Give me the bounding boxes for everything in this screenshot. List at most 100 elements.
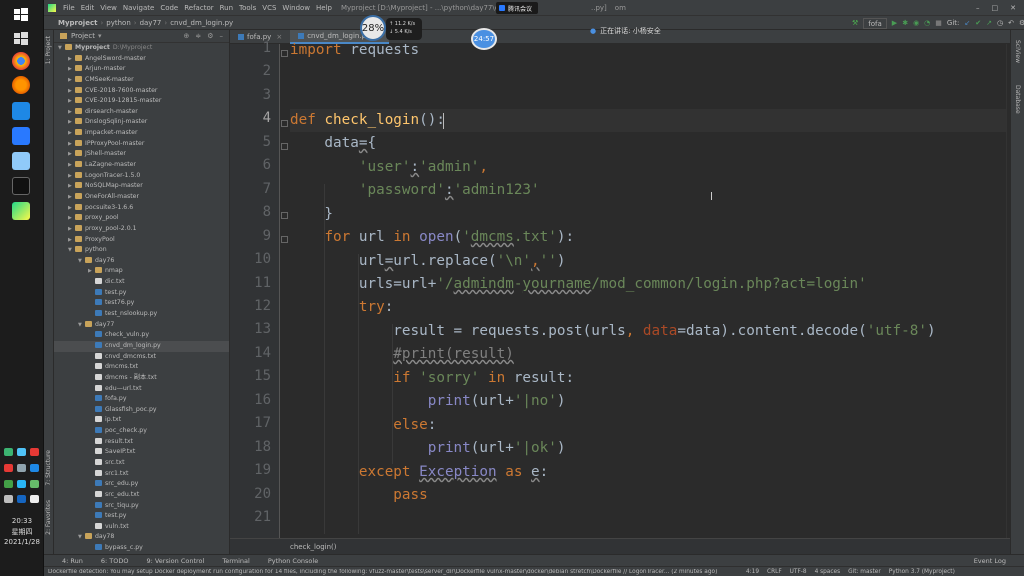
collapsed-arrow-icon[interactable]: ▶	[68, 171, 75, 182]
tree-file[interactable]: dmcms.txt	[54, 362, 229, 373]
fold-marker-icon[interactable]	[281, 120, 288, 127]
collapsed-arrow-icon[interactable]: ▶	[68, 75, 75, 86]
tree-file[interactable]: SaveIP.txt	[54, 447, 229, 458]
tree-folder[interactable]: ▶ CMSeeK-master	[54, 75, 229, 86]
line-number[interactable]: 11	[241, 275, 271, 291]
git-update-icon[interactable]: ↙	[964, 19, 970, 27]
history-icon[interactable]: ◷	[997, 19, 1003, 27]
line-number[interactable]: 19	[241, 462, 271, 478]
menu-edit[interactable]: Edit	[81, 4, 95, 12]
minimize-icon[interactable]: –	[976, 4, 980, 12]
clock-date[interactable]: 2021/1/28	[2, 538, 42, 546]
code-line-17[interactable]: else:	[290, 414, 436, 437]
run-icon[interactable]: ▶	[892, 19, 897, 27]
tree-file[interactable]: cnvd_dmcms.txt	[54, 352, 229, 363]
tree-file[interactable]: bypass_c.py	[54, 543, 229, 554]
tree-folder[interactable]: ▼ python	[54, 245, 229, 256]
collapsed-arrow-icon[interactable]: ▶	[68, 160, 75, 171]
tree-file[interactable]: check_vuln.py	[54, 330, 229, 341]
settings-icon[interactable]: ⚙	[1019, 19, 1024, 27]
code-line-20[interactable]: pass	[290, 484, 427, 507]
collapsed-arrow-icon[interactable]: ▶	[68, 107, 75, 118]
event-log-tool-tab[interactable]: Event Log	[974, 557, 1006, 565]
terminal-icon[interactable]	[12, 177, 30, 195]
fold-marker-icon[interactable]	[281, 50, 288, 57]
fold-marker-icon[interactable]	[281, 212, 288, 219]
tree-file[interactable]: test.py	[54, 511, 229, 522]
tree-file[interactable]: Glassfish_poc.py	[54, 405, 229, 416]
tree-file[interactable]: src_edu.py	[54, 479, 229, 490]
breadcrumb-python[interactable]: python	[106, 19, 131, 27]
tray-icon[interactable]	[17, 495, 26, 504]
tree-file[interactable]: edu—url.txt	[54, 384, 229, 395]
file-encoding[interactable]: UTF-8	[790, 569, 807, 575]
status-message[interactable]: Dockerfile detection: You may setup Dock…	[48, 569, 738, 575]
code-line-9[interactable]: for url in open('dmcms.txt'):	[290, 226, 574, 249]
expanded-arrow-icon[interactable]: ▼	[78, 320, 85, 331]
clock-day[interactable]: 星期四	[2, 527, 42, 537]
tree-folder[interactable]: ▶ LogonTracer-1.5.0	[54, 171, 229, 182]
line-number[interactable]: 21	[241, 509, 271, 525]
close-icon[interactable]: ✕	[1010, 4, 1016, 12]
collapsed-arrow-icon[interactable]: ▶	[68, 96, 75, 107]
menu-help[interactable]: Help	[316, 4, 332, 12]
collapsed-arrow-icon[interactable]: ▶	[68, 117, 75, 128]
tree-folder[interactable]: ▶ nmap	[54, 266, 229, 277]
code-line-5[interactable]: data={	[290, 132, 376, 155]
indent-setting[interactable]: 4 spaces	[815, 569, 841, 575]
tree-folder[interactable]: ▶ IPProxyPool-master	[54, 139, 229, 150]
tree-folder[interactable]: ▼ Myproject D:\Myproject	[54, 43, 229, 54]
collapsed-arrow-icon[interactable]: ▶	[68, 181, 75, 192]
coverage-icon[interactable]: ◉	[913, 19, 919, 27]
collapsed-arrow-icon[interactable]: ▶	[68, 149, 75, 160]
todo-tool-tab[interactable]: 6: TODO	[101, 557, 129, 565]
code-area[interactable]: import requests def check_login(): data=…	[290, 42, 1009, 538]
line-number[interactable]: 4	[241, 110, 271, 126]
menu-file[interactable]: File	[63, 4, 75, 12]
tray-icon[interactable]	[30, 479, 39, 488]
code-line-16[interactable]: print(url+'|no')	[290, 390, 566, 413]
line-number[interactable]: 8	[241, 204, 271, 220]
code-line-11[interactable]: urls=url+'/admindm-yourname/mod_common/l…	[290, 273, 867, 296]
dropdown-chevron-icon[interactable]: ▾	[98, 32, 102, 40]
line-number[interactable]: 12	[241, 298, 271, 314]
menu-navigate[interactable]: Navigate	[123, 4, 154, 12]
hammer-icon[interactable]: ⚒	[852, 19, 858, 27]
menu-vcs[interactable]: VCS	[262, 4, 276, 12]
line-number-gutter[interactable]: 1 2 3 4 5 6 7 8 9 10 11 12 13 14 15 16 17 18 19 20 21	[230, 40, 280, 538]
tree-folder[interactable]: ▶ DnslogSqlinj-master	[54, 117, 229, 128]
line-number[interactable]: 9	[241, 228, 271, 244]
tree-folder[interactable]: ▶ pocsuite3-1.6.6	[54, 203, 229, 214]
tree-file[interactable]: src_tiqu.py	[54, 501, 229, 512]
line-number[interactable]: 18	[241, 439, 271, 455]
code-line-1[interactable]: import requests	[290, 39, 419, 62]
tree-folder[interactable]: ▼ day76	[54, 256, 229, 267]
line-number[interactable]: 3	[241, 87, 271, 103]
code-line-15[interactable]: if 'sorry' in result:	[290, 367, 574, 390]
terminal-tool-tab[interactable]: Terminal	[222, 557, 249, 565]
code-line-8[interactable]: }	[290, 203, 333, 226]
tree-folder[interactable]: ▶ NoSQLMap-master	[54, 181, 229, 192]
tree-file[interactable]: vuln.txt	[54, 522, 229, 533]
line-number[interactable]: 16	[241, 392, 271, 408]
breadcrumb-project[interactable]: Myproject	[58, 19, 97, 27]
tree-file[interactable]: src_edu.txt	[54, 490, 229, 501]
tab-close-icon[interactable]: ×	[276, 33, 282, 41]
tray-icon[interactable]	[17, 479, 26, 488]
firefox-icon[interactable]	[12, 76, 30, 94]
tree-file[interactable]: result.txt	[54, 437, 229, 448]
tree-file[interactable]: fofa.py	[54, 394, 229, 405]
line-number[interactable]: 13	[241, 321, 271, 337]
tree-folder[interactable]: ▼ day78	[54, 532, 229, 543]
line-number[interactable]: 10	[241, 251, 271, 267]
tree-folder[interactable]: ▶ AngelSword-master	[54, 54, 229, 65]
python-interpreter[interactable]: Python 3.7 (Myproject)	[889, 569, 955, 575]
line-number[interactable]: 2	[241, 63, 271, 79]
pin-app-icon[interactable]	[12, 102, 30, 120]
git-commit-icon[interactable]: ✔	[975, 19, 981, 27]
collapse-icon[interactable]: ≑	[195, 32, 201, 40]
code-line-19[interactable]: except Exception as e:	[290, 461, 548, 484]
line-number[interactable]: 1	[241, 40, 271, 56]
tree-file[interactable]: dic.txt	[54, 277, 229, 288]
code-line-18[interactable]: print(url+'|ok')	[290, 437, 566, 460]
